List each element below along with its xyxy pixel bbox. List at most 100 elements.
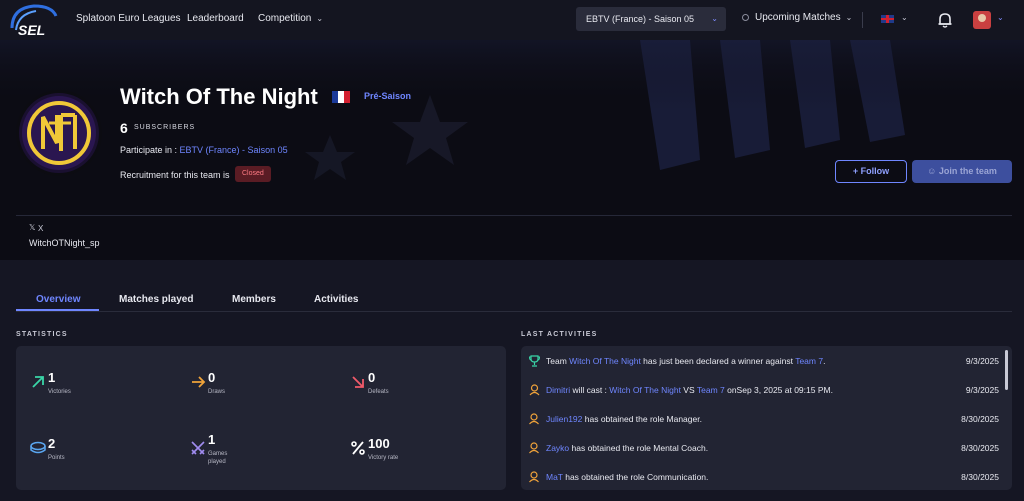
user-link[interactable]: Julien192 bbox=[546, 414, 582, 424]
svg-text:SEL: SEL bbox=[18, 22, 45, 38]
stat-label: Games played bbox=[208, 451, 228, 465]
stat-value: 1 bbox=[208, 432, 216, 447]
team-link[interactable]: Team 7 bbox=[697, 385, 725, 395]
recruitment-status-badge: Closed bbox=[235, 166, 271, 182]
social-network-label: X bbox=[38, 224, 44, 233]
user-link[interactable]: Dimitri bbox=[546, 385, 570, 395]
activity-date: 9/3/2025 bbox=[965, 385, 999, 395]
user-role-icon bbox=[529, 413, 539, 425]
uk-flag-icon[interactable] bbox=[881, 15, 894, 23]
user-link[interactable]: MaT bbox=[546, 472, 563, 482]
nav-link-competition[interactable]: Competition ⌄ bbox=[258, 13, 323, 24]
stat-value: 2 bbox=[48, 436, 56, 451]
user-role-icon bbox=[529, 442, 539, 454]
activity-text-part: has just been declared a winner against bbox=[640, 356, 796, 366]
statistics-title: STATISTICS bbox=[16, 331, 68, 338]
statistics-panel: 1 Victories 0 Draws 0 Defeats 2 Points 1… bbox=[16, 346, 506, 490]
nav-link-leaderboard[interactable]: Leaderboard bbox=[187, 13, 244, 24]
social-handle-link[interactable]: WitchOTNight_sp bbox=[29, 238, 100, 248]
team-link[interactable]: Witch Of The Night bbox=[569, 356, 641, 366]
activity-text: Zayko has obtained the role Mental Coach… bbox=[546, 443, 708, 453]
chevron-down-icon: ⌄ bbox=[845, 13, 853, 22]
nav-link-home[interactable]: Splatoon Euro Leagues bbox=[76, 13, 181, 24]
activities-panel: Team Witch Of The Night has just been de… bbox=[521, 346, 1012, 490]
tab-members[interactable]: Members bbox=[232, 294, 276, 305]
team-hero: Witch Of The Night Pré-Saison 6 SUBSCRIB… bbox=[0, 40, 1024, 260]
team-logo bbox=[16, 90, 102, 176]
activity-text-part: has obtained the role Manager. bbox=[582, 414, 702, 424]
competition-label: Competition bbox=[258, 13, 312, 24]
activity-item: MaT has obtained the role Communication.… bbox=[529, 470, 999, 484]
user-link[interactable]: Zayko bbox=[546, 443, 569, 453]
participate-link[interactable]: EBTV (France) - Saison 05 bbox=[180, 145, 288, 155]
season-select[interactable]: EBTV (France) - Saison 05 ⌄ bbox=[576, 7, 726, 31]
activity-date: 8/30/2025 bbox=[961, 443, 999, 453]
subscribers-count: 6 bbox=[120, 120, 128, 136]
stat-label: Draws bbox=[208, 389, 226, 395]
activity-text-part: has obtained the role Mental Coach. bbox=[569, 443, 709, 453]
activity-text: Team Witch Of The Night has just been de… bbox=[546, 356, 825, 366]
sel-logo[interactable]: SEL bbox=[8, 2, 60, 38]
stat-value: 0 bbox=[208, 370, 216, 385]
tab-overview[interactable]: Overview bbox=[36, 294, 80, 305]
activity-text: MaT has obtained the role Communication. bbox=[546, 472, 708, 482]
activity-text-part: VS bbox=[680, 385, 697, 395]
arrow-up-right-icon bbox=[32, 376, 44, 388]
top-nav: SEL Splatoon Euro Leagues Leaderboard Co… bbox=[0, 0, 1024, 40]
france-flag-icon bbox=[332, 91, 350, 103]
upcoming-matches-dropdown[interactable]: Upcoming Matches ⌄ bbox=[742, 12, 852, 23]
activity-text: Julien192 has obtained the role Manager. bbox=[546, 414, 702, 424]
activities-title: LAST ACTIVITIES bbox=[521, 331, 598, 338]
activity-text-part: Team bbox=[546, 356, 570, 366]
activity-date: 9/3/2025 bbox=[965, 356, 999, 366]
chevron-down-icon: ⌄ bbox=[711, 14, 718, 23]
tab-activities[interactable]: Activities bbox=[314, 294, 358, 305]
join-team-button[interactable]: ☺ Join the team bbox=[912, 160, 1012, 183]
participate-prefix: Participate in : bbox=[120, 145, 178, 155]
team-logo-emblem bbox=[22, 96, 96, 170]
arrow-right-icon bbox=[192, 376, 206, 388]
activity-date: 8/30/2025 bbox=[961, 414, 999, 424]
caster-icon bbox=[529, 384, 540, 396]
clock-icon bbox=[742, 14, 749, 21]
activities-scrollbar[interactable] bbox=[1005, 350, 1008, 390]
user-avatar[interactable] bbox=[973, 11, 991, 29]
nav-divider bbox=[862, 12, 863, 28]
subscribers-label: SUBSCRIBERS bbox=[134, 124, 196, 131]
season-status[interactable]: Pré-Saison bbox=[364, 91, 411, 101]
follow-label: Follow bbox=[860, 166, 890, 176]
chevron-down-icon[interactable]: ⌄ bbox=[997, 13, 1004, 22]
user-role-icon bbox=[529, 471, 539, 483]
x-logo-icon: 𝕏 bbox=[29, 223, 36, 232]
stat-label: Points bbox=[48, 455, 65, 461]
stat-value: 1 bbox=[48, 370, 56, 385]
season-select-value: EBTV (France) - Saison 05 bbox=[586, 14, 695, 24]
stat-value: 0 bbox=[368, 370, 376, 385]
activity-text-part: onSep 3, 2025 at 09:15 PM. bbox=[724, 385, 833, 395]
chevron-down-icon[interactable]: ⌄ bbox=[901, 13, 908, 22]
team-link[interactable]: Team 7 bbox=[795, 356, 823, 366]
stat-value: 100 bbox=[368, 436, 390, 451]
plus-icon: + bbox=[852, 166, 861, 176]
join-label: Join the team bbox=[938, 166, 997, 176]
stat-label: Victories bbox=[48, 389, 71, 395]
follow-button[interactable]: + Follow bbox=[835, 160, 907, 183]
upcoming-label: Upcoming Matches bbox=[755, 12, 841, 23]
activity-item: Julien192 has obtained the role Manager.… bbox=[529, 412, 999, 426]
activity-date: 8/30/2025 bbox=[961, 472, 999, 482]
bell-icon[interactable] bbox=[936, 11, 954, 29]
activity-text: Dimitri will cast : Witch Of The Night V… bbox=[546, 385, 833, 395]
activity-text-part: . bbox=[823, 356, 826, 366]
activity-item: Zayko has obtained the role Mental Coach… bbox=[529, 441, 999, 455]
activity-item: Dimitri will cast : Witch Of The Night V… bbox=[529, 383, 999, 397]
activity-item: Team Witch Of The Night has just been de… bbox=[529, 354, 999, 368]
trophy-icon bbox=[529, 355, 540, 367]
arrow-down-right-icon bbox=[352, 376, 364, 388]
user-plus-icon: ☺ bbox=[927, 166, 939, 176]
tab-matches-played[interactable]: Matches played bbox=[119, 294, 193, 305]
participate-line: Participate in : EBTV (France) - Saison … bbox=[120, 145, 288, 155]
stat-label: Defeats bbox=[368, 389, 389, 395]
stat-label: Victory rate bbox=[368, 455, 399, 461]
team-link[interactable]: Witch Of The Night bbox=[609, 385, 681, 395]
hero-divider bbox=[16, 215, 1012, 216]
